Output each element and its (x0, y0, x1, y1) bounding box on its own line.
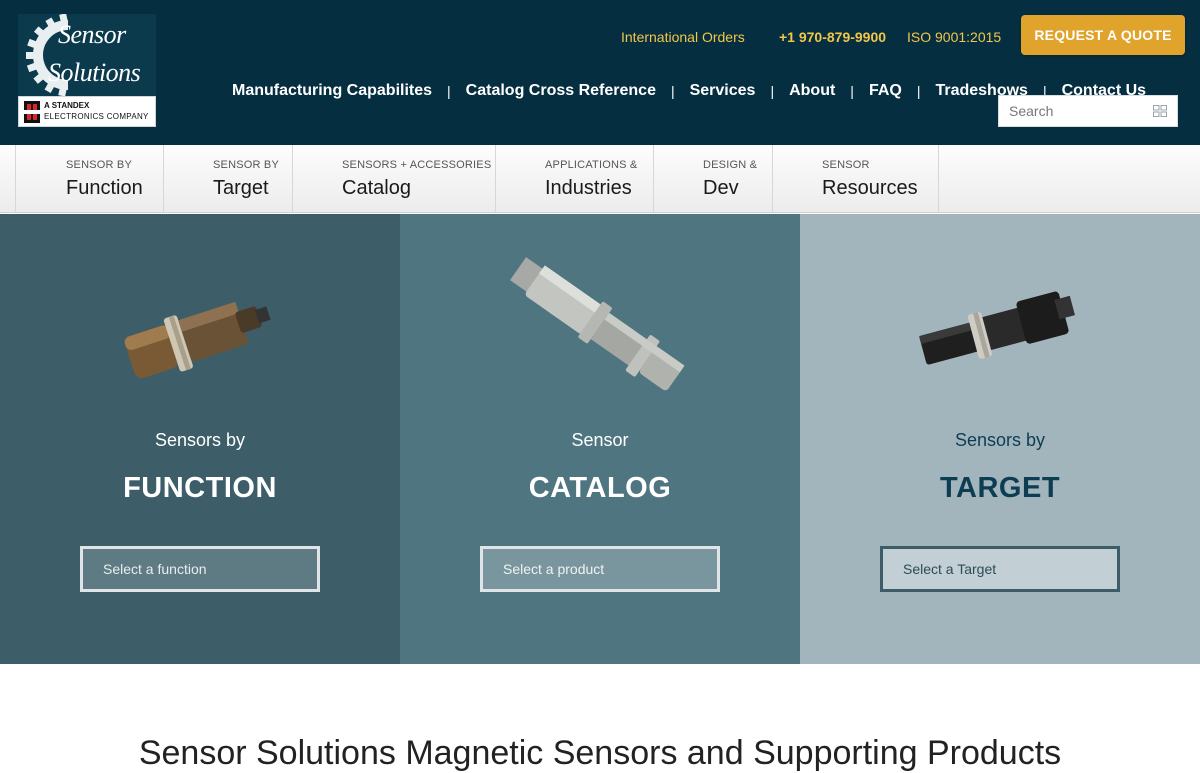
nav-separator: | (447, 83, 451, 99)
logo-emblem: Sensor Solutions (18, 14, 156, 96)
nav-separator: | (770, 83, 775, 99)
standex-mark-icon (24, 101, 40, 123)
nav-manufacturing[interactable]: Manufacturing Capabilites (232, 82, 432, 100)
search-box (998, 95, 1178, 127)
category-label: Function (66, 177, 143, 199)
logo-text-sensor: Sensor (58, 20, 126, 49)
panel-function: Sensors by FUNCTION Select a function (0, 214, 400, 664)
panel-catalog: Sensor CATALOG Select a product (400, 214, 800, 664)
category-kicker: SENSOR (822, 159, 870, 171)
panel-target: Sensors by TARGET Select a Target (800, 214, 1200, 664)
category-kicker: SENSORS + ACCESSORIES (342, 159, 492, 171)
logo-text-solutions: Solutions (48, 58, 141, 87)
phone-link[interactable]: +1 970-879-9900 (779, 29, 886, 45)
function-sensor-image (124, 301, 271, 378)
panel-title: TARGET (939, 472, 1061, 504)
international-orders-link[interactable]: International Orders (621, 29, 745, 45)
nav-separator: | (916, 83, 921, 99)
panel-title: FUNCTION (123, 472, 277, 504)
nav-services[interactable]: Services (690, 82, 756, 100)
product-select[interactable]: Select a product (480, 546, 720, 592)
target-sensor-image (919, 291, 1075, 365)
category-label: Dev (703, 177, 739, 199)
category-label: Resources (822, 177, 918, 199)
nav-separator: | (850, 83, 854, 99)
request-quote-button[interactable]: REQUEST A QUOTE (1021, 15, 1185, 55)
iso-link[interactable]: ISO 9001:2015 (907, 29, 1001, 45)
category-dev[interactable]: DESIGN & Dev (654, 145, 773, 213)
category-target[interactable]: SENSOR BY Target (164, 145, 293, 213)
catalog-sensor-image (510, 257, 685, 391)
search-icon[interactable] (1153, 105, 1167, 117)
nav-faq[interactable]: FAQ (869, 82, 902, 100)
category-label: Catalog (342, 177, 411, 199)
category-resources[interactable]: SENSOR Resources (773, 145, 939, 213)
panel-subtitle: Sensor (571, 430, 629, 450)
panel-title: CATALOG (528, 472, 672, 504)
section-heading: Sensor Solutions Magnetic Sensors and Su… (138, 734, 1062, 772)
nav-about[interactable]: About (789, 82, 835, 100)
standex-badge: A STANDEX ELECTRONICS COMPANY (18, 96, 156, 127)
search-input[interactable] (999, 96, 1149, 126)
category-bar: SENSOR BY Function SENSOR BY Target SENS… (0, 145, 1200, 213)
nav-catalog-cross-reference[interactable]: Catalog Cross Reference (466, 82, 656, 100)
category-kicker: DESIGN & (703, 159, 758, 171)
site-header: Sensor Solutions A STANDEX ELECTRONICS C… (0, 0, 1200, 145)
panel-subtitle: Sensors by (954, 430, 1046, 450)
panel-subtitle: Sensors by (154, 430, 246, 450)
function-select[interactable]: Select a function (80, 546, 320, 592)
category-kicker: SENSOR BY (213, 159, 279, 171)
category-label: Industries (545, 177, 632, 199)
category-function[interactable]: SENSOR BY Function (15, 145, 164, 213)
site-logo[interactable]: Sensor Solutions A STANDEX ELECTRONICS C… (18, 14, 156, 127)
category-kicker: APPLICATIONS & (545, 159, 638, 171)
category-catalog[interactable]: SENSORS + ACCESSORIES Catalog (293, 145, 496, 213)
standex-line1: A STANDEX (44, 101, 90, 110)
category-industries[interactable]: APPLICATIONS & Industries (496, 145, 654, 213)
target-select[interactable]: Select a Target (880, 546, 1120, 592)
category-label: Target (213, 177, 269, 199)
category-kicker: SENSOR BY (66, 159, 132, 171)
standex-line2: ELECTRONICS COMPANY (44, 112, 149, 121)
nav-separator: | (670, 83, 675, 99)
